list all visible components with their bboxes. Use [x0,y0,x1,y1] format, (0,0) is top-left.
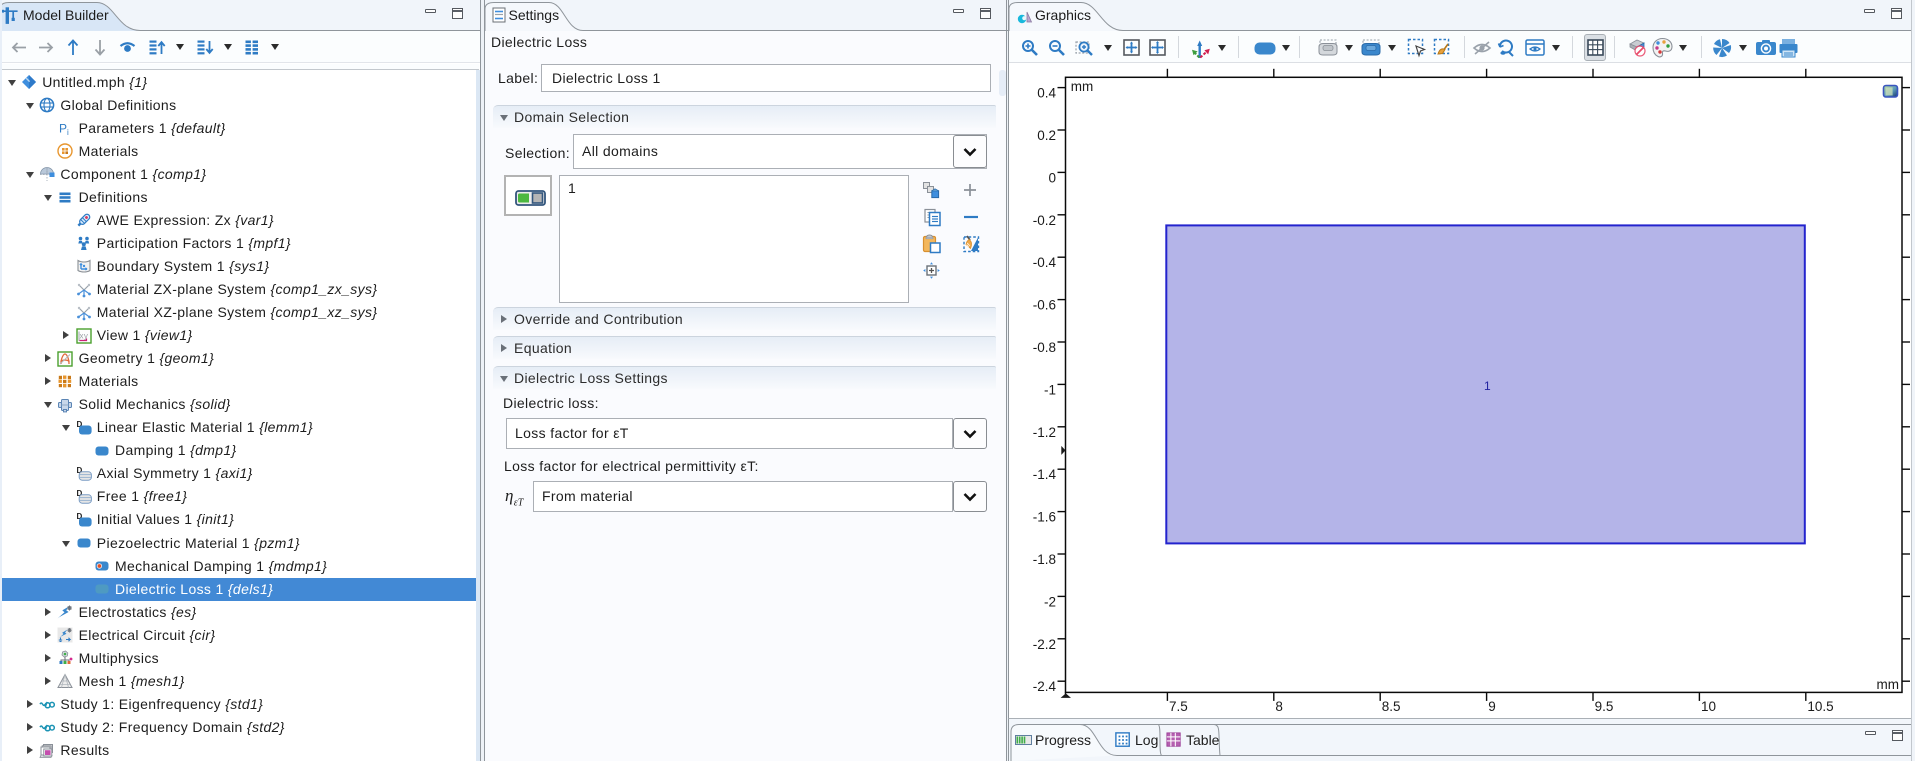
svg-text:0.2: 0.2 [1037,128,1056,143]
svg-text:-2.4: -2.4 [1033,679,1057,694]
svg-text:-2: -2 [1044,594,1056,609]
svg-text:mm: mm [1877,677,1900,692]
svg-text:1: 1 [1484,379,1491,393]
svg-text:-0.8: -0.8 [1033,340,1056,355]
svg-text:0.4: 0.4 [1037,86,1056,101]
svg-text:8: 8 [1275,699,1283,714]
svg-text:mm: mm [1071,79,1094,94]
svg-text:-1: -1 [1044,382,1056,397]
svg-text:8.5: 8.5 [1382,699,1401,714]
svg-text:-2.2: -2.2 [1033,637,1056,652]
svg-text:10: 10 [1701,699,1716,714]
svg-text:-0.6: -0.6 [1033,298,1056,313]
svg-text:-1.4: -1.4 [1033,467,1057,482]
svg-text:-1.8: -1.8 [1033,552,1056,567]
svg-text:9: 9 [1488,699,1496,714]
svg-text:0: 0 [1048,170,1056,185]
svg-text:-0.2: -0.2 [1033,213,1056,228]
svg-text:7.5: 7.5 [1169,699,1188,714]
svg-text:-1.2: -1.2 [1033,425,1056,440]
svg-text:-0.4: -0.4 [1033,255,1057,270]
svg-text:-1.6: -1.6 [1033,510,1056,525]
svg-text:9.5: 9.5 [1595,699,1614,714]
svg-text:10.5: 10.5 [1807,699,1833,714]
